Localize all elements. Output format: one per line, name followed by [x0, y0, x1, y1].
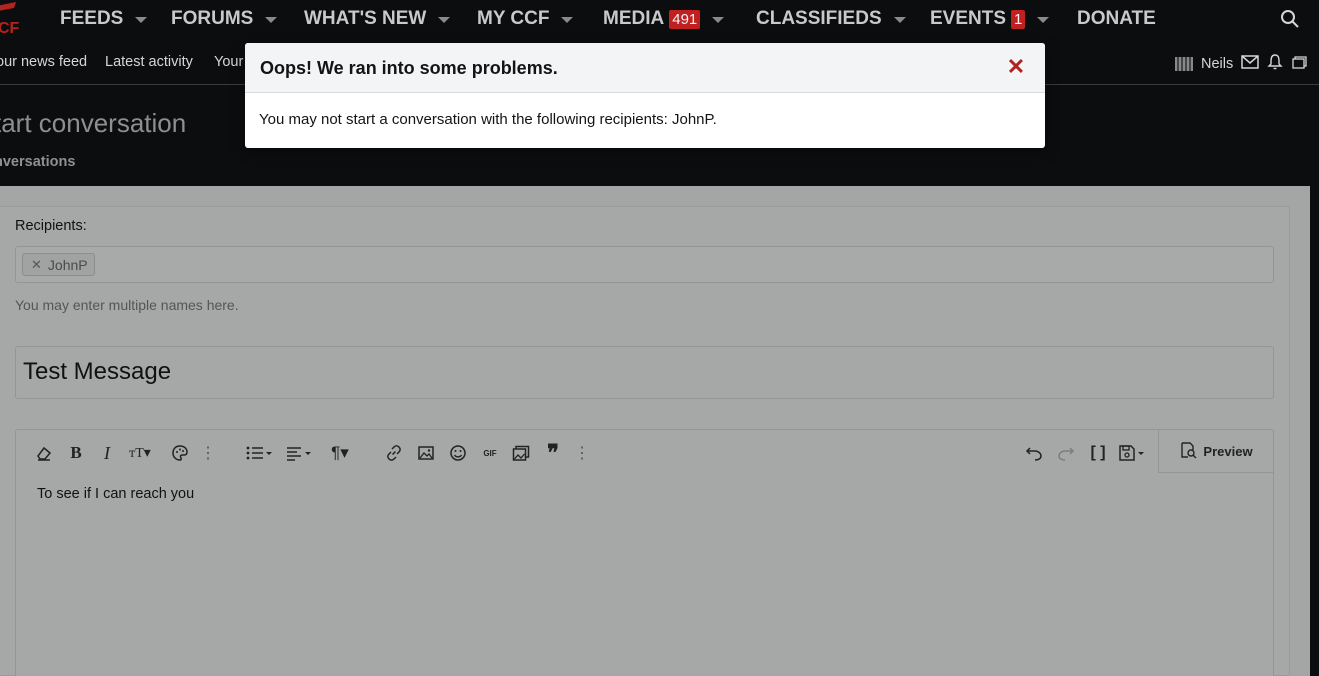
error-modal: Oops! We ran into some problems. ✕ You m… [245, 43, 1045, 148]
chevron-down-icon[interactable] [265, 17, 278, 23]
media-gallery-icon[interactable] [510, 442, 532, 464]
chevron-down-icon[interactable] [712, 17, 725, 23]
nav-feeds[interactable]: FEEDS [60, 0, 148, 38]
nav-donate-label: DONATE [1077, 8, 1156, 29]
nav-forums[interactable]: FORUMS [171, 0, 278, 38]
nav-classifieds-label: CLASSIFIEDS [756, 8, 882, 29]
user-area: Neils [1175, 54, 1307, 74]
subnav-news-feed[interactable]: our news feed [0, 54, 87, 70]
link-icon[interactable] [383, 442, 405, 464]
subnav-your[interactable]: Your [214, 54, 243, 70]
events-count-badge: 1 [1011, 9, 1026, 29]
text-size-icon[interactable]: тT▾ [124, 442, 156, 464]
chevron-down-icon[interactable] [893, 17, 906, 23]
bell-icon[interactable] [1267, 54, 1283, 74]
recipient-token: ✕ JohnP [22, 253, 95, 276]
remove-recipient-icon[interactable]: ✕ [31, 257, 42, 273]
chevron-down-icon[interactable] [438, 17, 451, 23]
nav-whats-new-label: WHAT'S NEW [304, 8, 427, 29]
nav-media[interactable]: MEDIA 491 [603, 0, 725, 38]
nav-donate[interactable]: DONATE [1077, 0, 1156, 38]
nav-my-ccf[interactable]: MY CCF [477, 0, 574, 38]
image-icon[interactable] [415, 442, 437, 464]
nav-media-label: MEDIA [603, 8, 665, 29]
recipient-token-label: JohnP [47, 256, 88, 273]
close-icon[interactable]: ✕ [1005, 54, 1027, 79]
top-nav: CF FEEDS FORUMS WHAT'S NEW MY CCF MEDIA … [0, 0, 1319, 38]
breadcrumb[interactable]: nversations [0, 154, 75, 170]
more-options-icon[interactable]: ⋮ [197, 442, 219, 464]
nav-forums-label: FORUMS [171, 8, 254, 29]
media-count-badge: 491 [669, 9, 701, 29]
message-body-text[interactable]: To see if I can reach you [37, 486, 194, 502]
bold-icon[interactable]: B [65, 442, 87, 464]
nav-feeds-label: FEEDS [60, 8, 124, 29]
undo-icon[interactable] [1023, 442, 1045, 464]
save-draft-icon[interactable] [1117, 442, 1149, 464]
chevron-down-icon[interactable] [135, 17, 148, 23]
subnav-latest-activity[interactable]: Latest activity [105, 54, 193, 70]
message-editor[interactable]: B I тT▾ ⋮ ¶▾ GIF ❞ ⋮ [ ] Preview To see [15, 429, 1274, 676]
recipients-hint: You may enter multiple names here. [15, 297, 239, 313]
user-name[interactable]: Neils [1201, 56, 1233, 72]
bookmarks-icon[interactable] [1291, 54, 1307, 74]
nav-my-ccf-label: MY CCF [477, 8, 550, 29]
preview-label: Preview [1203, 443, 1253, 459]
redo-icon[interactable] [1055, 442, 1077, 464]
modal-header: Oops! We ran into some problems. ✕ [245, 43, 1045, 93]
smiley-icon[interactable] [447, 442, 469, 464]
quote-icon[interactable]: ❞ [542, 440, 564, 465]
preview-button[interactable]: Preview [1158, 430, 1273, 473]
nav-events[interactable]: EVENTS 1 [930, 0, 1050, 38]
align-icon[interactable] [284, 442, 316, 464]
nav-events-label: EVENTS [930, 8, 1007, 29]
nav-whats-new[interactable]: WHAT'S NEW [304, 0, 451, 38]
search-icon[interactable] [1280, 9, 1300, 29]
preview-icon [1179, 441, 1197, 462]
page-title: tart conversation [0, 108, 187, 138]
logo-text: CF [0, 20, 20, 37]
paragraph-icon[interactable]: ¶▾ [324, 442, 356, 464]
inbox-icon[interactable] [1241, 55, 1259, 73]
recipients-input[interactable]: ✕ JohnP [15, 246, 1274, 283]
chevron-down-icon[interactable] [1037, 17, 1050, 23]
page: CF FEEDS FORUMS WHAT'S NEW MY CCF MEDIA … [0, 0, 1319, 676]
palette-icon[interactable] [169, 442, 191, 464]
site-logo[interactable]: CF [0, 0, 30, 38]
nav-classifieds[interactable]: CLASSIFIEDS [756, 0, 906, 38]
modal-title: Oops! We ran into some problems. [260, 58, 558, 78]
list-icon[interactable] [244, 442, 276, 464]
gif-icon[interactable]: GIF [479, 442, 501, 464]
fullscreen-icon[interactable]: [ ] [1087, 442, 1109, 464]
editor-toolbar: B I тT▾ ⋮ ¶▾ GIF ❞ ⋮ [ ] Preview [16, 430, 1273, 473]
chevron-down-icon[interactable] [561, 17, 574, 23]
eraser-icon[interactable] [33, 442, 55, 464]
more-insert-icon[interactable]: ⋮ [571, 442, 593, 464]
italic-icon[interactable]: I [96, 442, 118, 464]
conversation-title-input[interactable]: Test Message [15, 346, 1274, 399]
avatar[interactable] [1175, 57, 1193, 71]
modal-message: You may not start a conversation with th… [259, 111, 717, 128]
recipients-label: Recipients: [15, 218, 87, 234]
